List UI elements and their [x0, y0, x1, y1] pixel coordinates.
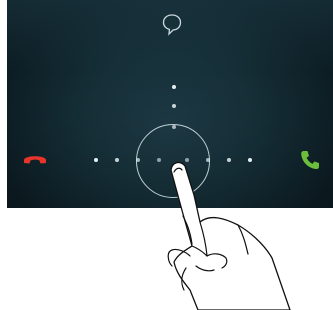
drag-hint-dot — [227, 158, 231, 162]
drag-hint-dot — [115, 158, 119, 162]
call-slider-handle[interactable] — [136, 124, 210, 198]
incoming-call-screen — [7, 0, 333, 208]
message-bubble-icon[interactable] — [161, 12, 183, 36]
drag-hint-dot — [172, 85, 176, 89]
drag-hint-dot — [172, 104, 176, 108]
drag-hint-dot — [248, 158, 252, 162]
drag-hint-dot — [94, 158, 98, 162]
phone-decline-icon[interactable] — [22, 151, 48, 169]
phone-answer-icon[interactable] — [299, 149, 321, 171]
